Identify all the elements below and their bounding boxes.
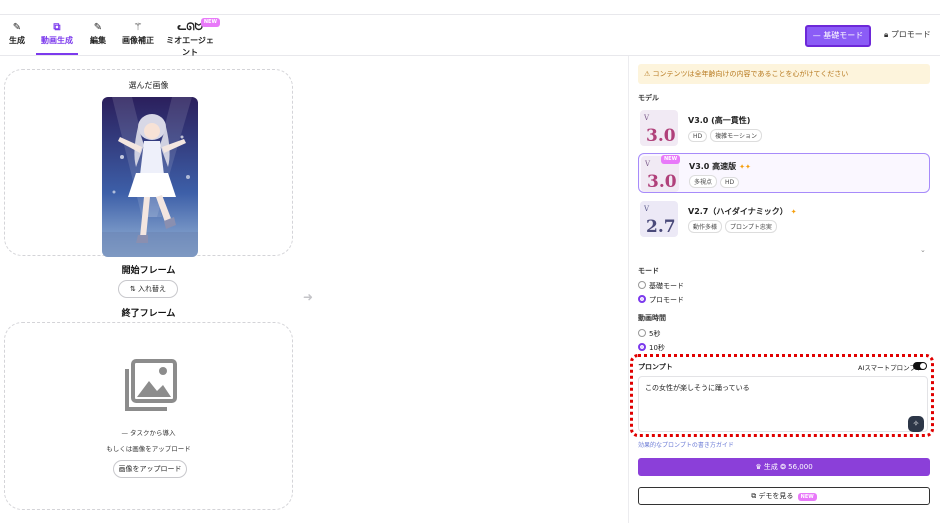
svg-text:V: V <box>644 160 651 168</box>
duration-option-10s[interactable]: 10秒 <box>638 343 665 354</box>
swap-icon: ⇅ <box>129 285 136 293</box>
mode-option-basic[interactable]: 基礎モード <box>638 281 684 292</box>
svg-text:3.0: 3.0 <box>646 126 676 146</box>
radio-button[interactable] <box>638 281 646 289</box>
coin-icon: ❂ <box>780 463 786 471</box>
tab-mio-agent[interactable]: ᓚᘏᗢ ミオエージェント NEW <box>164 18 220 57</box>
or-upload-text: もしくは画像をアップロード <box>106 445 191 453</box>
sparkle-icon: ✦✦ <box>739 163 751 171</box>
start-frame-label: 開始フレーム <box>121 266 176 276</box>
model-logo-icon: V 3.0 <box>638 108 682 148</box>
video-edit-icon: ⧉ <box>53 22 61 33</box>
new-badge: NEW <box>797 493 817 501</box>
model-tag: HD <box>688 131 708 142</box>
duration-option-5s[interactable]: 5秒 <box>638 329 660 340</box>
model-option-v30-fast[interactable]: V 3.0 NEW V3.0 高速版 ✦✦ 多視点 HD <box>638 153 930 193</box>
radio-button[interactable] <box>638 329 646 337</box>
new-badge: NEW <box>661 155 681 164</box>
end-frame-card[interactable]: — タスクから導入 もしくは画像をアップロード 画像をアップロード <box>4 322 293 510</box>
upload-image-button[interactable]: 画像をアップロード <box>113 460 187 478</box>
pen-icon: ✎ <box>93 22 103 33</box>
crown-icon: ♛ <box>755 463 762 471</box>
chevron-down-icon[interactable]: ⌄ <box>920 246 926 254</box>
model-tag: 複雑モーション <box>710 129 763 142</box>
model-tag: 多視点 <box>689 175 718 188</box>
generate-button[interactable]: ♛ 生成 ❂ 56,000 <box>638 458 930 476</box>
model-section-label: モデル <box>638 94 659 102</box>
tab-image-enhance[interactable]: ⚚ 画像補正 <box>120 21 156 55</box>
content-warning: ⚠ コンテンツは全年齢向けの内容であることを心がけてください <box>638 64 930 84</box>
tab-edit[interactable]: ✎ 編集 <box>87 21 109 55</box>
svg-text:2.7: 2.7 <box>646 217 676 237</box>
svg-text:V: V <box>643 205 650 213</box>
radio-button[interactable] <box>638 343 646 351</box>
magic-wand-icon: ⚚ <box>133 22 143 33</box>
highlight-annotation <box>630 354 934 437</box>
radio-button[interactable] <box>638 295 646 303</box>
pencil-icon: ✎ <box>12 22 22 33</box>
selected-image-thumbnail[interactable] <box>102 97 198 257</box>
tab-generate[interactable]: ✎ 生成 <box>6 21 28 55</box>
import-from-task-link[interactable]: — タスクから導入 <box>5 427 292 437</box>
duration-section-label: 動画時間 <box>638 314 666 322</box>
model-tag: プロンプト忠実 <box>725 220 777 233</box>
image-placeholder-icon <box>123 357 179 413</box>
view-demo-button[interactable]: ⧉ デモを見る NEW <box>638 487 930 505</box>
model-name: V2.7（ハイダイナミック） ✦ <box>688 207 797 216</box>
model-logo-icon: V 2.7 <box>638 199 682 239</box>
model-option-v27[interactable]: V 2.7 V2.7（ハイダイナミック） ✦ 動作多様 プロンプト忠実 <box>638 199 930 239</box>
end-frame-label: 終了フレーム <box>121 309 176 319</box>
model-tag: 動作多様 <box>688 220 723 233</box>
start-frame-card[interactable]: 選んだ画像 <box>4 69 293 257</box>
swap-frames-button[interactable]: ⇅ 入れ替え <box>118 280 178 298</box>
pro-mode-button[interactable]: 🔒︎ プロモード <box>884 29 931 40</box>
top-toolbar: ✎ 生成 ⧉ 動画生成 ✎ 編集 ⚚ 画像補正 ᓚᘏᗢ ミオエージェント NEW… <box>0 14 940 57</box>
prompt-guide-link[interactable]: 効果的なプロンプトの書き方ガイド <box>638 440 734 449</box>
model-option-v30[interactable]: V 3.0 V3.0 (高一貫性) HD 複雑モーション <box>638 108 930 148</box>
selected-image-label: 選んだ画像 <box>128 81 169 90</box>
svg-text:3.0: 3.0 <box>647 172 677 192</box>
model-tag: HD <box>720 177 740 188</box>
sparkle-icon: ✦ <box>790 208 797 216</box>
arrow-right-icon: ➜ <box>303 290 314 304</box>
lock-icon: 🔒︎ <box>884 30 889 39</box>
tab-video-generate[interactable]: ⧉ 動画生成 <box>36 21 78 55</box>
model-name: V3.0 高速版 ✦✦ <box>689 162 751 171</box>
external-link-icon: ⧉ <box>751 492 757 500</box>
basic-mode-button[interactable]: — 基礎モード <box>805 25 871 47</box>
mode-option-pro[interactable]: プロモード <box>638 295 684 306</box>
svg-text:V: V <box>643 114 650 122</box>
new-badge: NEW <box>200 18 220 27</box>
warning-icon: ⚠ <box>644 70 651 78</box>
model-name: V3.0 (高一貫性) <box>688 116 751 125</box>
mode-section-label: モード <box>638 267 659 275</box>
